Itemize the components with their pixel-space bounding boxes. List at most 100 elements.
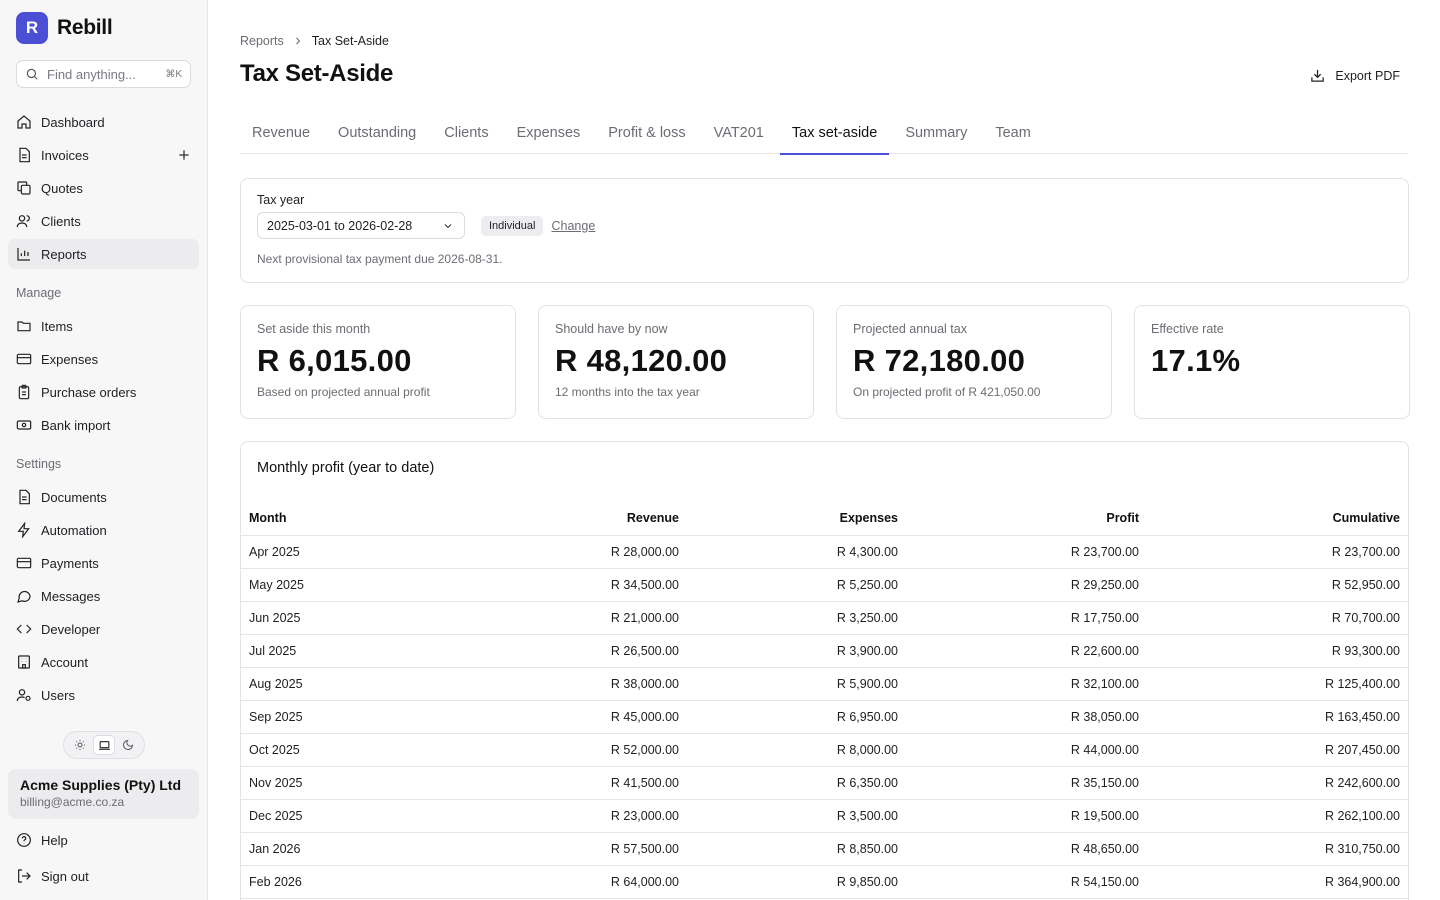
- cell-profit: R 44,000.00: [906, 733, 1147, 767]
- add-invoice-icon[interactable]: [177, 148, 191, 162]
- search-box[interactable]: ⌘K: [16, 60, 191, 88]
- header-expenses[interactable]: Expenses: [687, 502, 906, 536]
- theme-toggle[interactable]: [63, 731, 145, 759]
- sun-icon: [75, 740, 85, 750]
- code-icon: [16, 624, 32, 634]
- cell-profit: R 19,500.00: [906, 799, 1147, 833]
- tab-tax-set-aside[interactable]: Tax set-aside: [779, 114, 890, 155]
- nav-automation-label: Automation: [41, 522, 107, 538]
- nav-items[interactable]: Items: [8, 311, 199, 341]
- chevron-right-icon: [295, 37, 300, 45]
- nav-dashboard[interactable]: Dashboard: [8, 107, 199, 137]
- table-row: Oct 2025 R 52,000.00 R 8,000.00 R 44,000.00…: [241, 733, 1408, 767]
- nav-account[interactable]: Account: [8, 647, 199, 677]
- tab-revenue[interactable]: Revenue: [240, 114, 322, 154]
- nav-users[interactable]: Users: [8, 680, 199, 710]
- cell-revenue: R 45,000.00: [466, 700, 687, 734]
- account-name: Acme Supplies (Pty) Ltd: [20, 777, 182, 793]
- tab-clients[interactable]: Clients: [432, 114, 500, 154]
- cell-expenses: R 5,250.00: [687, 568, 906, 602]
- cell-revenue: R 38,000.00: [466, 667, 687, 701]
- cell-expenses: R 8,000.00: [687, 733, 906, 767]
- main-content: Reports Tax Set-Aside Tax Set-Aside Expo…: [208, 0, 1440, 900]
- nav-purchase-orders[interactable]: Purchase orders: [8, 377, 199, 407]
- header-month[interactable]: Month: [241, 502, 466, 536]
- stat-should-have: Should have by now R 48,120.00 12 months…: [538, 305, 814, 419]
- brand[interactable]: R Rebill: [16, 12, 113, 44]
- tab-team[interactable]: Team: [983, 114, 1042, 154]
- breadcrumb-reports[interactable]: Reports: [240, 34, 284, 48]
- file-text-icon: [19, 489, 30, 505]
- tab-expenses[interactable]: Expenses: [505, 114, 593, 154]
- nav-automation[interactable]: Automation: [8, 515, 199, 545]
- header-revenue[interactable]: Revenue: [466, 502, 687, 536]
- cell-cumulative: R 125,400.00: [1147, 667, 1408, 701]
- nav-reports-label: Reports: [41, 246, 87, 262]
- cell-revenue: R 41,500.00: [466, 766, 687, 800]
- header-cumulative[interactable]: Cumulative: [1147, 502, 1408, 536]
- search-icon: [26, 68, 38, 80]
- stat-value: R 6,015.00: [257, 343, 412, 378]
- nav-payments-label: Payments: [41, 555, 99, 571]
- cell-profit: R 29,250.00: [906, 568, 1147, 602]
- export-pdf-button[interactable]: Export PDF: [1302, 64, 1408, 87]
- document-icon: [19, 147, 30, 163]
- system-theme-button[interactable]: [93, 735, 115, 755]
- nav-account-label: Account: [41, 654, 88, 670]
- cell-cumulative: R 23,700.00: [1147, 535, 1408, 569]
- tab-outstanding[interactable]: Outstanding: [326, 114, 428, 154]
- search-shortcut: ⌘K: [165, 68, 182, 80]
- dark-theme-button[interactable]: [117, 735, 139, 755]
- nav-reports[interactable]: Reports: [8, 239, 199, 269]
- nav-quotes[interactable]: Quotes: [8, 173, 199, 203]
- nav-messages[interactable]: Messages: [8, 581, 199, 611]
- cell-month: Sep 2025: [241, 700, 466, 734]
- breadcrumb-current: Tax Set-Aside: [311, 34, 389, 48]
- nav-dashboard-label: Dashboard: [41, 114, 105, 130]
- nav-payments[interactable]: Payments: [8, 548, 199, 578]
- search-input[interactable]: [47, 66, 155, 82]
- light-theme-button[interactable]: [69, 735, 91, 755]
- nav-clients[interactable]: Clients: [8, 206, 199, 236]
- header-profit[interactable]: Profit: [906, 502, 1147, 536]
- cell-revenue: R 28,000.00: [466, 535, 687, 569]
- table-row: Jul 2025 R 26,500.00 R 3,900.00 R 22,600.00…: [241, 634, 1408, 668]
- cell-expenses: R 9,850.00: [687, 865, 906, 899]
- nav-quotes-label: Quotes: [41, 180, 83, 196]
- monthly-profit-card: Monthly profit (year to date) Month Reve…: [240, 441, 1409, 900]
- user-cog-icon: [16, 689, 31, 702]
- tab-summary[interactable]: Summary: [893, 114, 979, 154]
- tab-vat201[interactable]: VAT201: [702, 114, 776, 154]
- account-switcher[interactable]: Acme Supplies (Pty) Ltd billing@acme.co.…: [8, 769, 199, 819]
- cell-month: Apr 2025: [241, 535, 466, 569]
- stat-label: Projected annual tax: [853, 322, 967, 336]
- nav-sign-out[interactable]: Sign out: [8, 861, 199, 891]
- nav-developer[interactable]: Developer: [8, 614, 199, 644]
- message-icon: [17, 590, 31, 603]
- nav-help-label: Help: [41, 832, 68, 848]
- cell-profit: R 17,750.00: [906, 601, 1147, 635]
- cell-expenses: R 6,950.00: [687, 700, 906, 734]
- nav-documents[interactable]: Documents: [8, 482, 199, 512]
- cell-month: Nov 2025: [241, 766, 466, 800]
- zap-icon: [17, 522, 30, 538]
- stat-value: 17.1%: [1151, 343, 1241, 378]
- change-taxpayer-link[interactable]: Change: [551, 219, 595, 233]
- cell-cumulative: R 207,450.00: [1147, 733, 1408, 767]
- stat-subtext: On projected profit of R 421,050.00: [853, 385, 1041, 399]
- nav-help[interactable]: Help: [8, 825, 199, 855]
- table-row: Feb 2026 R 64,000.00 R 9,850.00 R 54,150.00…: [241, 865, 1408, 899]
- stat-effective-rate: Effective rate 17.1%: [1134, 305, 1410, 419]
- home-icon: [17, 115, 31, 129]
- tab-profit-loss[interactable]: Profit & loss: [596, 114, 697, 154]
- cell-revenue: R 21,000.00: [466, 601, 687, 635]
- stat-value: R 48,120.00: [555, 343, 728, 378]
- nav-expenses[interactable]: Expenses: [8, 344, 199, 374]
- tax-year-select[interactable]: 2025-03-01 to 2026-02-28: [257, 212, 465, 239]
- nav-bank-import[interactable]: Bank import: [8, 410, 199, 440]
- nav-invoices[interactable]: Invoices: [8, 140, 199, 170]
- building-icon: [18, 655, 30, 669]
- logo: R: [16, 12, 48, 44]
- cell-cumulative: R 163,450.00: [1147, 700, 1408, 734]
- cell-revenue: R 52,000.00: [466, 733, 687, 767]
